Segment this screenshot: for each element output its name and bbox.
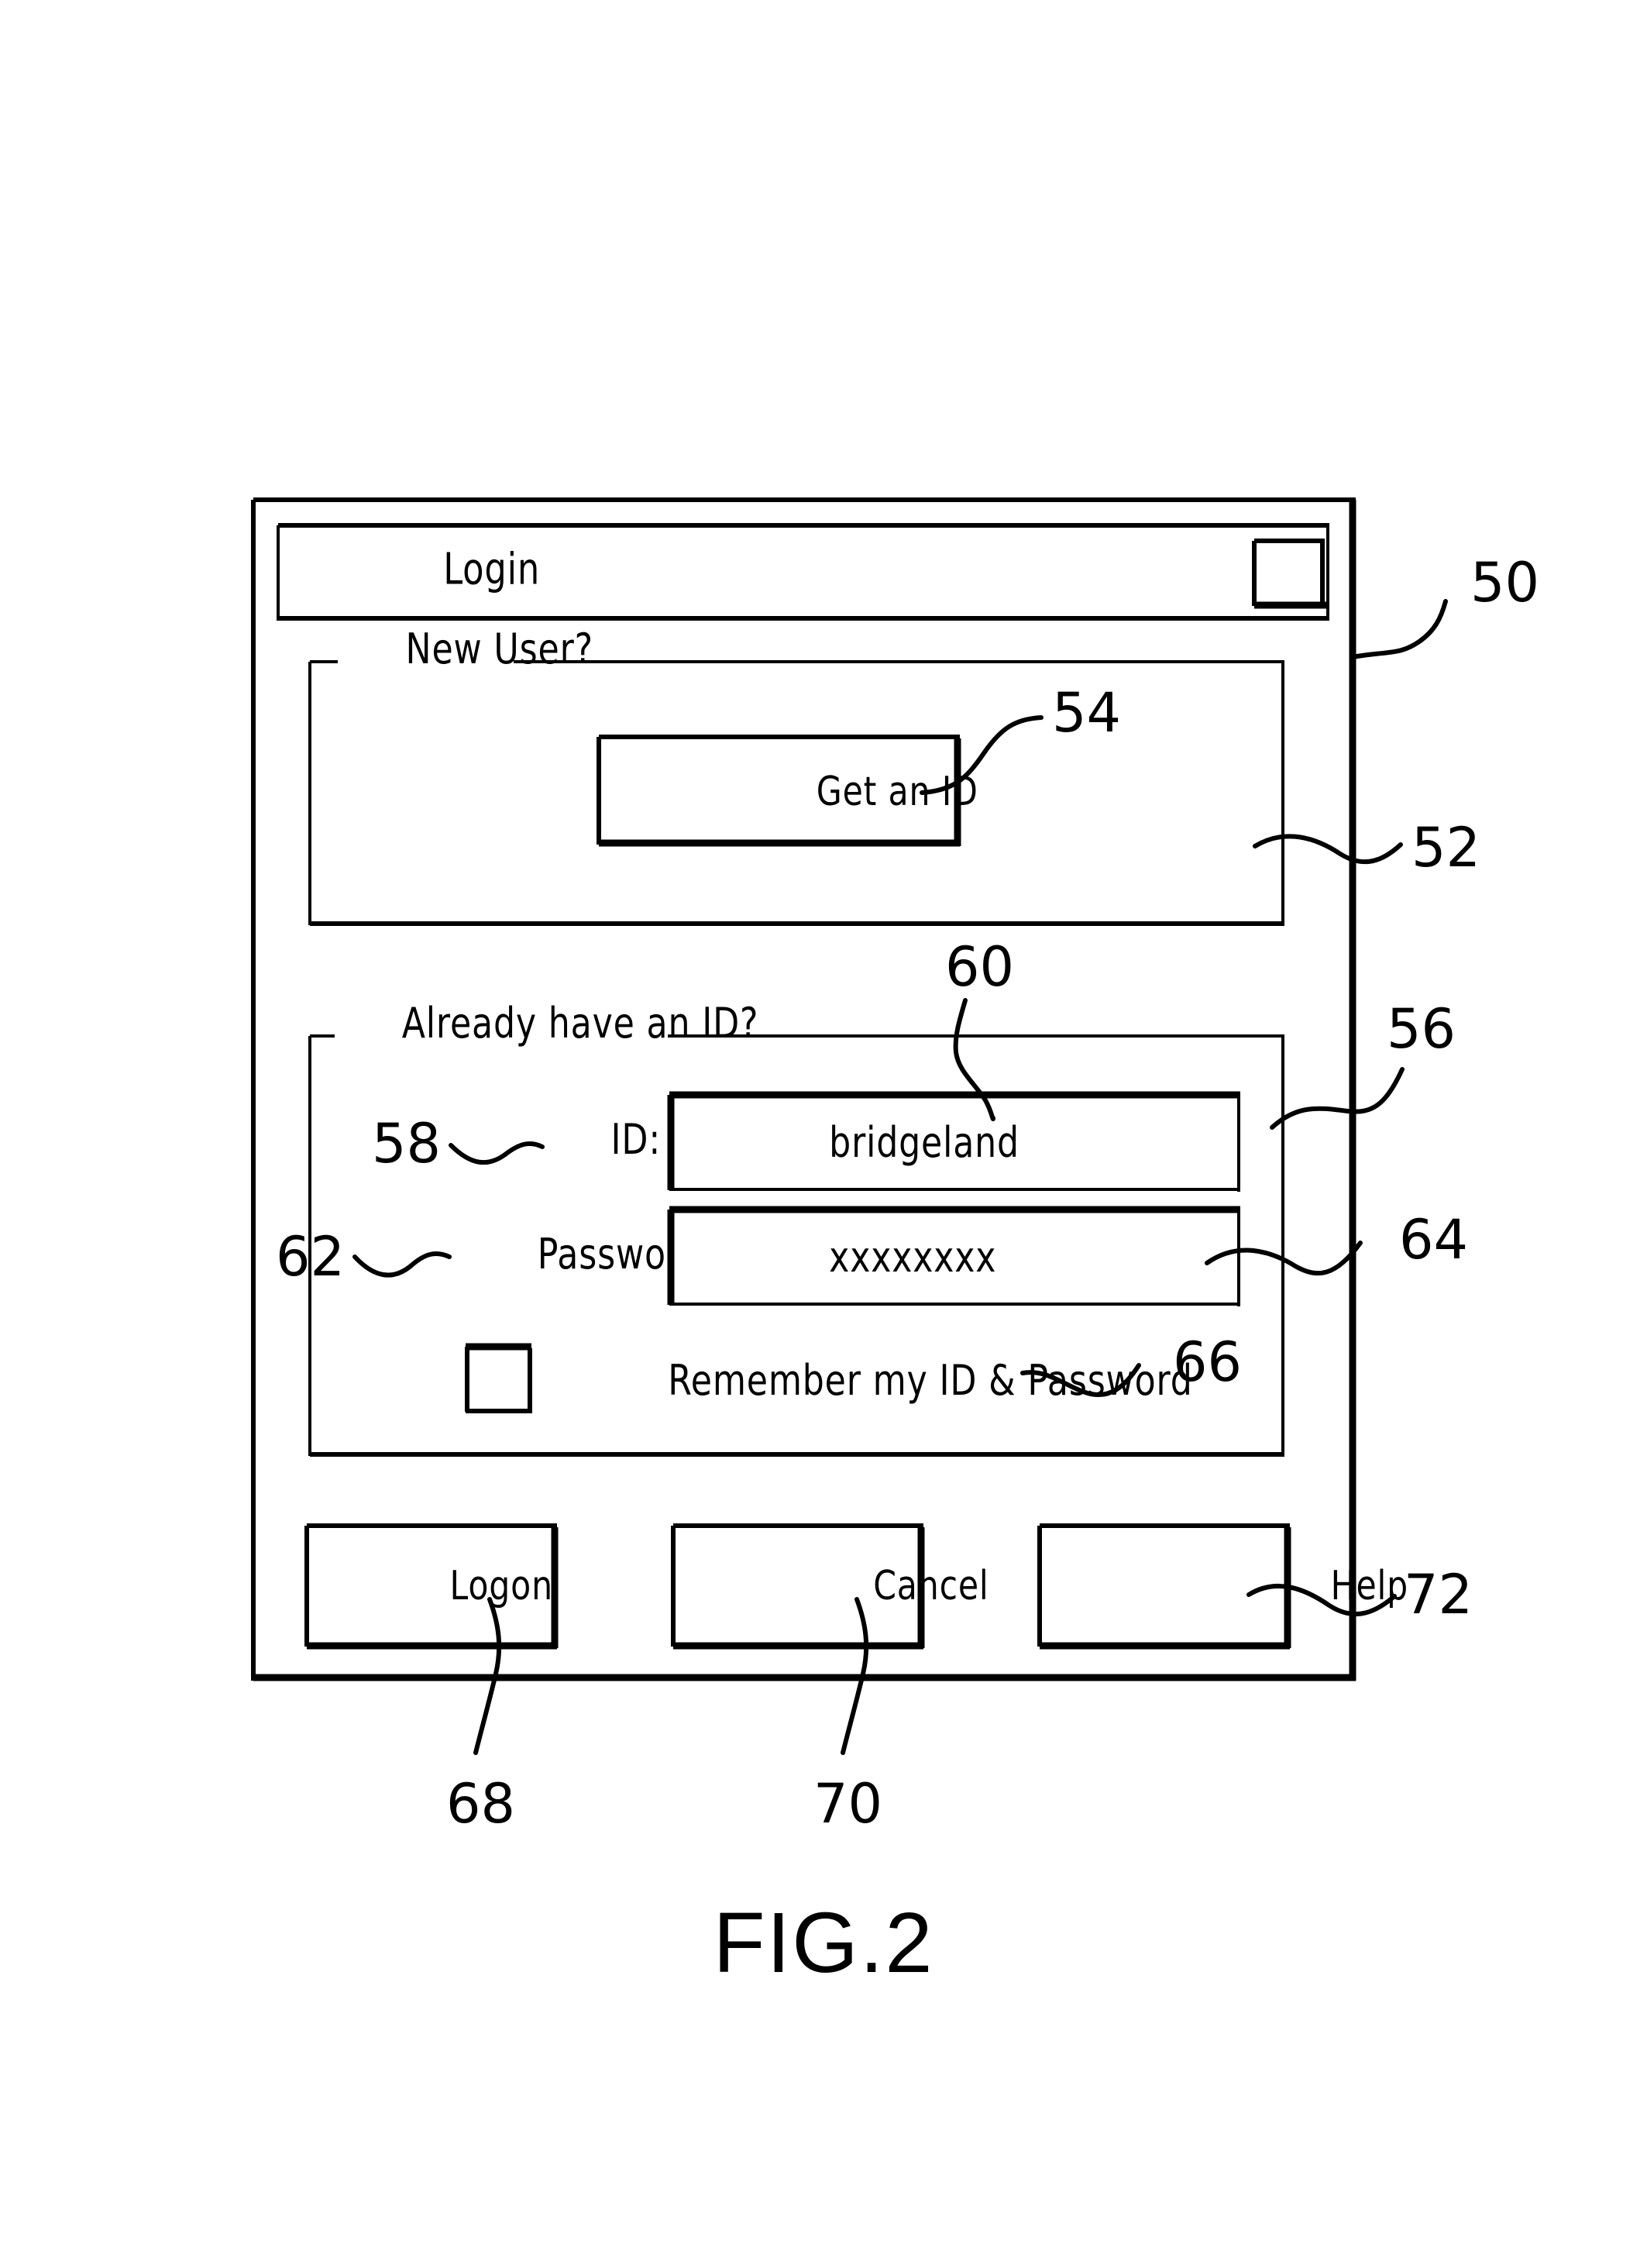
logon-button-label: Logon <box>450 1563 553 1609</box>
id-input[interactable]: bridgeland <box>667 1091 1240 1192</box>
password-input[interactable]: xxxxxxxx <box>667 1206 1240 1306</box>
ref-number-70: 70 <box>813 1772 882 1836</box>
cancel-button-label: Cancel <box>873 1563 989 1609</box>
logon-button[interactable]: Logon <box>304 1523 559 1650</box>
ref-number-58: 58 <box>372 1112 441 1175</box>
ref-number-66: 66 <box>1173 1330 1242 1394</box>
group-existing-user-legend: Already have an ID? <box>402 999 759 1048</box>
ref-number-54: 54 <box>1052 681 1121 745</box>
ref-number-62: 62 <box>276 1225 345 1289</box>
close-icon[interactable] <box>1252 539 1326 609</box>
figure-caption: FIG.2 <box>713 1895 934 1991</box>
remember-checkbox-label: Remember my ID & Password <box>668 1355 1192 1404</box>
figure-canvas: Login 50 New User? 52 Get an ID 54 Alrea… <box>251 497 1539 1991</box>
window-body <box>253 500 1356 1681</box>
titlebar-body <box>278 525 1329 621</box>
ref-number-64: 64 <box>1399 1208 1468 1272</box>
group-new-user-legend: New User? <box>406 625 593 673</box>
remember-checkbox[interactable] <box>465 1343 532 1413</box>
get-an-id-button-label: Get an ID <box>817 769 978 815</box>
ref-number-52: 52 <box>1411 816 1480 879</box>
login-window <box>251 497 1356 1681</box>
ref-number-72: 72 <box>1404 1563 1473 1626</box>
window-title: Login <box>443 544 540 594</box>
help-button-label: Help <box>1331 1563 1408 1609</box>
titlebar: Login <box>277 523 1329 621</box>
ref-number-68: 68 <box>446 1772 515 1836</box>
id-field-label: ID: <box>611 1114 662 1163</box>
ref-callout-50: 50 <box>1350 551 1539 659</box>
ref-number-50: 50 <box>1470 551 1539 614</box>
leader-line-50 <box>1350 599 1448 659</box>
ref-number-56: 56 <box>1387 997 1456 1061</box>
password-input-value: xxxxxxxx <box>829 1232 996 1281</box>
ref-number-60: 60 <box>945 935 1014 999</box>
patent-figure: Login 50 New User? 52 Get an ID 54 Alrea… <box>0 0 1647 2268</box>
id-input-value: bridgeland <box>829 1117 1019 1166</box>
